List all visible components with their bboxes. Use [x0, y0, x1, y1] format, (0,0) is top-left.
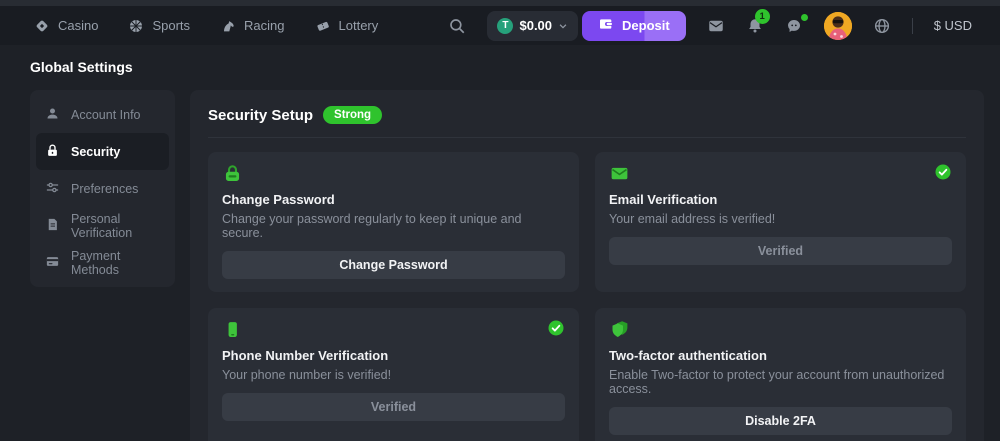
green-envelope-icon: [609, 163, 630, 184]
card-description: Change your password regularly to keep i…: [222, 212, 565, 240]
deposit-button[interactable]: Deposit: [582, 11, 686, 41]
nav-item-sports[interactable]: Sports: [128, 18, 190, 34]
wallet-icon: [598, 16, 614, 35]
nav-item-casino[interactable]: Casino: [34, 18, 98, 34]
sidebar-item-payment-methods[interactable]: Payment Methods: [36, 244, 169, 281]
card-two-factor: Two-factor authentication Enable Two-fac…: [595, 308, 966, 441]
sidebar-item-label: Payment Methods: [71, 249, 160, 277]
lock-icon: [45, 143, 60, 161]
chat-icon: [785, 17, 803, 35]
deposit-label: Deposit: [622, 18, 670, 33]
tether-token-icon: T: [497, 18, 513, 34]
panel-header: Security Setup Strong: [208, 106, 966, 124]
sidebar-item-security[interactable]: Security: [36, 133, 169, 170]
card-change-password: Change Password Change your password reg…: [208, 152, 579, 292]
notification-count-badge: 1: [755, 9, 770, 24]
green-shields-icon: [609, 319, 630, 340]
card-title: Change Password: [222, 192, 565, 207]
nav-label: Lottery: [339, 18, 379, 33]
ticket-icon: [315, 18, 331, 34]
sliders-icon: [45, 180, 60, 198]
change-password-button[interactable]: Change Password: [222, 251, 565, 279]
nav-label: Casino: [58, 18, 98, 33]
user-icon: [45, 106, 60, 124]
top-navbar: Casino Sports Racing Lottery: [0, 6, 1000, 45]
sidebar-item-label: Personal Verification: [71, 212, 160, 240]
sidebar-item-personal-verification[interactable]: Personal Verification: [36, 207, 169, 244]
card-title: Phone Number Verification: [222, 348, 565, 363]
green-padlock-icon: [222, 163, 243, 184]
sidebar-item-preferences[interactable]: Preferences: [36, 170, 169, 207]
page-title: Global Settings: [30, 59, 984, 75]
settings-sidebar: Account Info Security Preferences: [30, 90, 175, 287]
verified-check-icon: [547, 319, 565, 337]
card-description: Your email address is verified!: [609, 212, 952, 226]
user-avatar[interactable]: [824, 12, 852, 40]
green-phone-icon: [222, 319, 243, 340]
chat-online-dot: [801, 14, 808, 21]
security-setup-panel: Security Setup Strong Change Password Ch…: [190, 90, 984, 441]
card-title: Two-factor authentication: [609, 348, 952, 363]
casino-icon: [34, 18, 50, 34]
card-description: Enable Two-factor to protect your accoun…: [609, 368, 952, 396]
sidebar-item-label: Preferences: [71, 182, 138, 196]
credit-card-icon: [45, 254, 60, 272]
navbar-divider: [912, 18, 913, 34]
messages-button[interactable]: [707, 17, 725, 35]
disable-2fa-button[interactable]: Disable 2FA: [609, 407, 952, 435]
sidebar-item-label: Security: [71, 145, 120, 159]
phone-verified-button: Verified: [222, 393, 565, 421]
sidebar-item-label: Account Info: [71, 108, 141, 122]
header-divider: [208, 137, 966, 138]
nav-item-lottery[interactable]: Lottery: [315, 18, 379, 34]
avatar-image: [824, 12, 852, 40]
notifications-button[interactable]: 1: [746, 17, 764, 35]
horse-icon: [220, 18, 236, 34]
security-cards-grid: Change Password Change your password reg…: [208, 152, 966, 441]
nav-label: Racing: [244, 18, 284, 33]
card-email-verification: Email Verification Your email address is…: [595, 152, 966, 292]
card-phone-verification: Phone Number Verification Your phone num…: [208, 308, 579, 441]
balance-selector[interactable]: T $0.00: [487, 11, 578, 41]
search-icon: [448, 17, 466, 35]
sidebar-item-account-info[interactable]: Account Info: [36, 96, 169, 133]
app-screen: Casino Sports Racing Lottery: [0, 0, 1000, 441]
email-verified-button: Verified: [609, 237, 952, 265]
nav-label: Sports: [152, 18, 190, 33]
language-button[interactable]: [873, 17, 891, 35]
chat-button[interactable]: [785, 17, 803, 35]
document-icon: [45, 217, 60, 235]
strength-badge: Strong: [323, 106, 382, 124]
chevron-down-icon: [558, 21, 568, 31]
currency-selector[interactable]: $ USD: [934, 18, 972, 33]
globe-icon: [873, 17, 891, 35]
mail-icon: [707, 17, 725, 35]
basketball-icon: [128, 18, 144, 34]
panel-title: Security Setup: [208, 107, 313, 124]
primary-nav: Casino Sports Racing Lottery: [34, 18, 378, 34]
nav-item-racing[interactable]: Racing: [220, 18, 284, 34]
navbar-actions: T $0.00 Deposit: [448, 11, 972, 41]
search-button[interactable]: [448, 17, 466, 35]
settings-page: Global Settings Account Info Security: [0, 45, 1000, 441]
wallet-group: T $0.00 Deposit: [487, 11, 685, 41]
card-title: Email Verification: [609, 192, 952, 207]
card-description: Your phone number is verified!: [222, 368, 565, 382]
balance-amount: $0.00: [519, 18, 552, 33]
verified-check-icon: [934, 163, 952, 181]
